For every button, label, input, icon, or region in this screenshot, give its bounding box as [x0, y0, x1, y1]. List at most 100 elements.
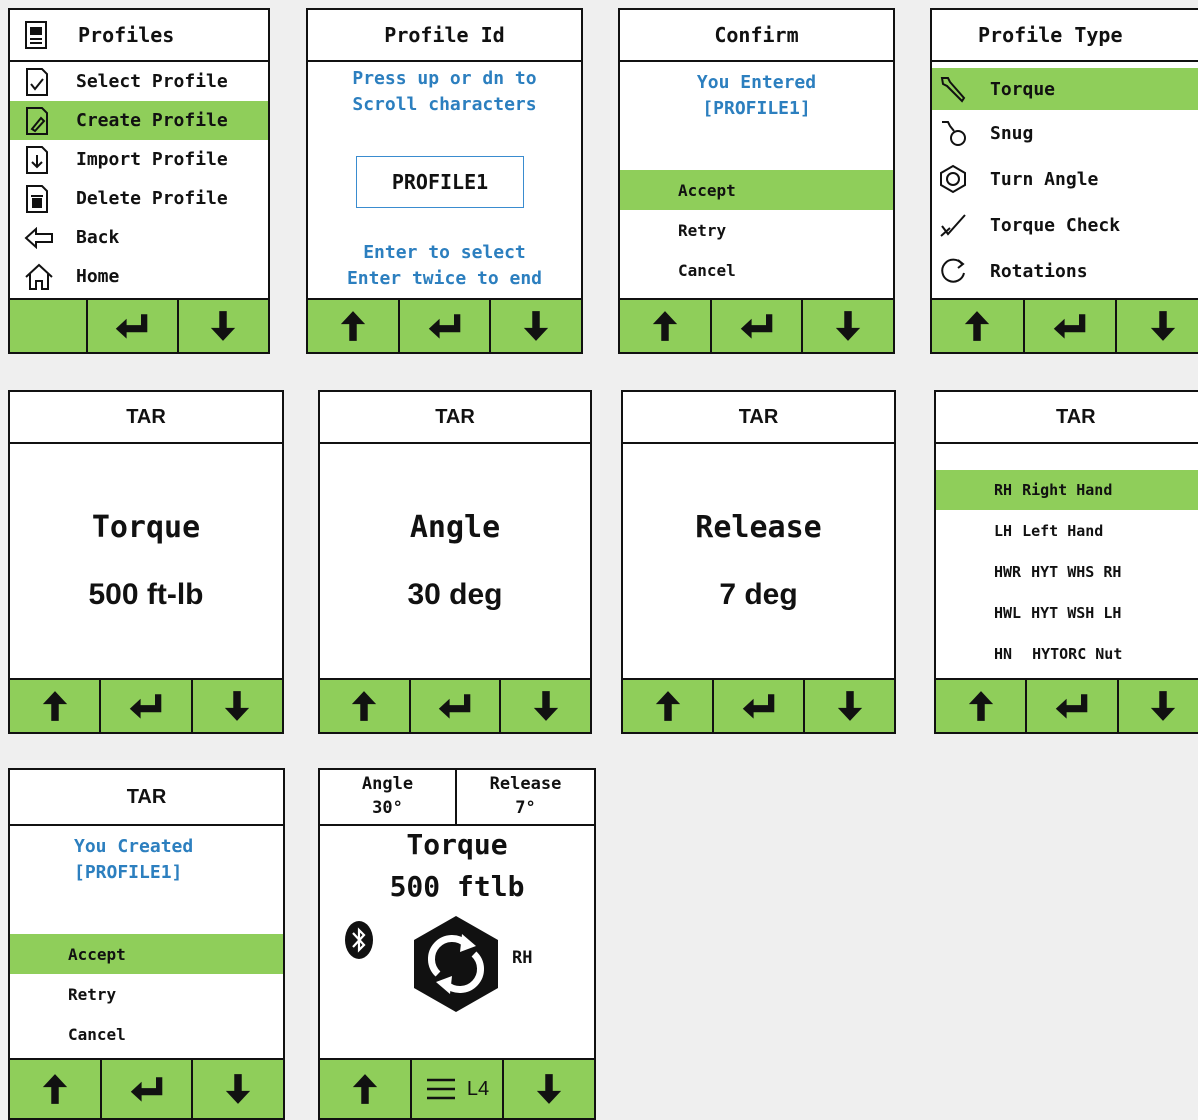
type-item-torque[interactable]: Torque: [932, 68, 1198, 110]
hint-line-2: Enter twice to end: [346, 268, 543, 289]
down-button[interactable]: [1119, 680, 1198, 732]
up-button[interactable]: [320, 680, 411, 732]
retry-option[interactable]: Retry: [10, 974, 283, 1014]
down-arrow-icon: [223, 689, 251, 723]
key-bar: [10, 298, 268, 352]
enter-button[interactable]: [1027, 680, 1119, 732]
down-button[interactable]: [491, 300, 581, 352]
nut-icon: [938, 164, 974, 194]
enter-button[interactable]: [712, 300, 804, 352]
down-button[interactable]: [193, 680, 282, 732]
down-button[interactable]: [805, 680, 894, 732]
hand-option-hn[interactable]: HN HYTORC Nut: [936, 633, 1198, 674]
key-bar: [620, 298, 893, 352]
down-button[interactable]: [1117, 300, 1198, 352]
hand-label: Left Hand: [1022, 521, 1104, 540]
down-arrow-icon: [836, 689, 864, 723]
tar-header: TAR: [10, 392, 282, 444]
menu-item-label: Delete Profile: [76, 188, 228, 209]
release-status-label: Release: [489, 774, 562, 794]
enter-button[interactable]: [1025, 300, 1118, 352]
up-button[interactable]: [10, 1060, 102, 1118]
menu-item-delete-profile[interactable]: Delete Profile: [10, 179, 268, 218]
key-bar: [320, 678, 590, 732]
enter-button[interactable]: [101, 680, 193, 732]
tar-created-screen: TAR You Created [PROFILE1] Accept Retry …: [8, 768, 285, 1120]
bluetooth-icon: [345, 921, 373, 959]
up-button[interactable]: [308, 300, 400, 352]
hand-code: HWR: [994, 562, 1022, 581]
retry-label: Retry: [68, 984, 117, 1004]
hand-option-lh[interactable]: LH Left Hand: [936, 510, 1198, 551]
enter-button[interactable]: [400, 300, 492, 352]
type-item-turn-angle[interactable]: Turn Angle: [932, 156, 1198, 202]
menu-button[interactable]: L4: [412, 1060, 504, 1118]
down-arrow-icon: [532, 689, 560, 723]
confirm-message-2: [PROFILE1]: [702, 98, 811, 119]
profiles-title: Profiles: [78, 23, 175, 47]
menu-item-label: Home: [76, 266, 120, 287]
down-button[interactable]: [501, 680, 590, 732]
up-arrow-icon: [41, 1072, 69, 1106]
down-button[interactable]: [193, 1060, 283, 1118]
profile-id-value: PROFILE1: [391, 170, 489, 194]
rotation-icon: [938, 256, 974, 286]
up-button[interactable]: [320, 1060, 412, 1118]
instruction-line-2: Scroll characters: [352, 94, 537, 115]
up-arrow-icon: [339, 309, 367, 343]
up-button[interactable]: [620, 300, 712, 352]
retry-option[interactable]: Retry: [620, 210, 893, 250]
enter-button[interactable]: [102, 1060, 194, 1118]
enter-button[interactable]: [714, 680, 805, 732]
accept-option[interactable]: Accept: [620, 170, 893, 210]
type-item-torque-check[interactable]: Torque Check: [932, 202, 1198, 248]
cancel-option[interactable]: Cancel: [620, 250, 893, 290]
enter-arrow-icon: [1052, 312, 1088, 340]
type-item-rotations[interactable]: Rotations: [932, 248, 1198, 294]
tar-header: TAR: [320, 392, 590, 444]
down-arrow-icon: [209, 309, 237, 343]
angle-status: Angle 30°: [320, 770, 457, 824]
menu-item-back[interactable]: Back: [10, 218, 268, 257]
angle-label: Angle: [409, 510, 501, 545]
menu-item-select-profile[interactable]: Select Profile: [10, 62, 268, 101]
menu-item-home[interactable]: Home: [10, 257, 268, 296]
release-status-value: 7°: [515, 798, 536, 818]
cancel-option[interactable]: Cancel: [10, 1014, 283, 1054]
down-arrow-icon: [1149, 309, 1177, 343]
accept-option[interactable]: Accept: [10, 934, 283, 974]
up-button[interactable]: [623, 680, 714, 732]
tar-header: TAR: [936, 392, 1198, 444]
enter-button[interactable]: [411, 680, 502, 732]
enter-button[interactable]: [88, 300, 179, 352]
profile-id-header: Profile Id: [308, 10, 581, 62]
up-arrow-icon: [654, 689, 682, 723]
torque-label: Torque: [91, 510, 201, 545]
release-status: Release 7°: [457, 770, 594, 824]
up-button[interactable]: [932, 300, 1025, 352]
hand-option-hwr[interactable]: HWR HYT WHS RH: [936, 551, 1198, 592]
hand-option-hwl[interactable]: HWL HYT WSH LH: [936, 592, 1198, 633]
home-icon: [24, 262, 60, 292]
up-button[interactable]: [10, 680, 102, 732]
profiles-header: Profiles: [10, 10, 268, 62]
key-bar: L4: [320, 1058, 594, 1118]
type-label: Torque: [990, 78, 1056, 100]
hand-label: Right Hand: [1022, 481, 1113, 499]
down-button[interactable]: [504, 1060, 594, 1118]
menu-item-import-profile[interactable]: Import Profile: [10, 140, 268, 179]
down-button[interactable]: [803, 300, 893, 352]
back-arrow-icon: [24, 223, 60, 253]
up-arrow-icon: [350, 689, 378, 723]
profile-id-input[interactable]: PROFILE1: [356, 156, 524, 208]
type-item-snug[interactable]: Snug: [932, 110, 1198, 156]
status-strip: Angle 30° Release 7°: [320, 770, 594, 826]
type-label: Rotations: [990, 260, 1088, 282]
key-bar: [623, 678, 894, 732]
up-button[interactable]: [936, 680, 1028, 732]
release-value: 7 deg: [719, 578, 798, 611]
tar-title: TAR: [1056, 405, 1096, 428]
down-button[interactable]: [179, 300, 268, 352]
hand-option-rh[interactable]: RH Right Hand: [936, 470, 1198, 510]
menu-item-create-profile[interactable]: Create Profile: [10, 101, 268, 140]
